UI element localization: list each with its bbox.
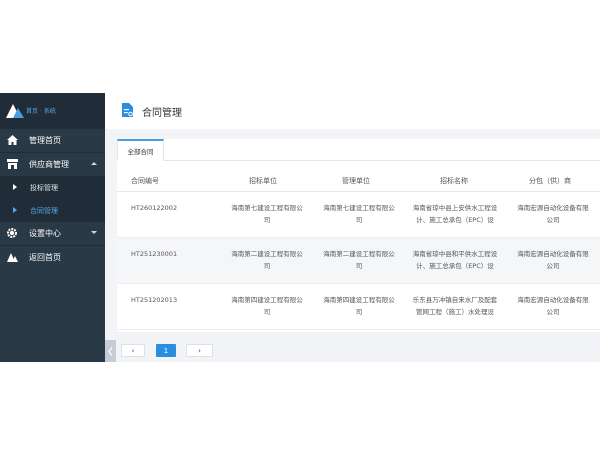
tab-all-contracts[interactable]: 全部合同 xyxy=(117,139,164,161)
sidebar-item-label: 设置中心 xyxy=(29,229,61,238)
sidebar-collapse-toggle[interactable] xyxy=(105,340,116,362)
caret-right-icon xyxy=(13,207,17,213)
sidebar-item-supplier[interactable]: 供应商管理 xyxy=(0,153,105,176)
table-row[interactable]: HT251202013 海南第四建设工程有限公司 海南第四建设工程有限公司 乐东… xyxy=(117,284,600,330)
contract-code: HT251202013 xyxy=(131,296,178,304)
document-icon xyxy=(122,103,133,117)
logo-icon xyxy=(6,251,18,263)
column-header-bidder[interactable]: 招标单位 xyxy=(249,176,277,186)
column-header-bid-name[interactable]: 招标名称 xyxy=(440,176,468,186)
sidebar-item-settings[interactable]: 设置中心 xyxy=(0,222,105,246)
sidebar-subitem-bidding[interactable]: 投标管理 xyxy=(0,176,105,199)
manager-unit: 海南第二建设工程有限公司 xyxy=(323,250,395,270)
chevron-left-icon xyxy=(108,346,113,356)
chevron-up-icon xyxy=(91,162,97,165)
table-header: 合同编号 招标单位 管理单位 招标名称 分包（供）商 xyxy=(117,169,600,192)
logo-icon xyxy=(6,104,24,118)
page-number-current[interactable]: 1 xyxy=(156,344,176,357)
contract-code: HT260122002 xyxy=(131,204,178,212)
subcontractor: 海南宏源自动化设备有限 公司 xyxy=(517,204,589,224)
prev-page-button[interactable]: ‹ xyxy=(121,344,145,357)
contract-code: HT251230001 xyxy=(131,250,178,258)
sidebar: 首页 · 系统 管理首页 供应商管理 投标管理 合同管理 设置中心 返回首页 xyxy=(0,93,105,362)
page-header: 合同管理 xyxy=(105,93,600,129)
sidebar-subitem-label: 合同管理 xyxy=(30,206,58,215)
manager-unit: 海南第七建设工程有限公司 xyxy=(323,204,395,224)
column-header-subcontractor[interactable]: 分包（供）商 xyxy=(529,176,571,186)
bid-name: 乐东县万冲镇自来水厂及配套 管网工程（施工）水处理设 xyxy=(412,296,498,316)
sidebar-subitem-label: 投标管理 xyxy=(30,183,58,192)
bid-name: 海南省琼中县上安供水工程设 计、施工总承包（EPC）设 xyxy=(412,204,498,224)
brand-name: 首页 · 系统 xyxy=(26,108,56,115)
column-header-manager[interactable]: 管理单位 xyxy=(342,176,370,186)
contract-list-card: 全部合同 合同编号 招标单位 管理单位 招标名称 分包（供）商 HT260122… xyxy=(117,139,600,332)
gear-icon xyxy=(6,227,18,239)
sidebar-logo[interactable]: 首页 · 系统 xyxy=(0,93,105,129)
chevron-down-icon xyxy=(91,231,97,234)
table-row[interactable]: HT251230001 海南第二建设工程有限公司 海南第二建设工程有限公司 海南… xyxy=(117,238,600,284)
table-row[interactable]: HT260122002 海南第七建设工程有限公司 海南第七建设工程有限公司 海南… xyxy=(117,192,600,238)
sidebar-item-home[interactable]: 管理首页 xyxy=(0,129,105,153)
sidebar-item-label: 返回首页 xyxy=(29,253,61,262)
caret-right-icon xyxy=(13,184,17,190)
home-icon xyxy=(6,134,18,146)
subcontractor: 海南宏源自动化设备有限 公司 xyxy=(517,250,589,270)
next-page-button[interactable]: › xyxy=(186,344,213,357)
bidder-unit: 海南第四建设工程有限公司 xyxy=(231,296,303,316)
sidebar-item-label: 管理首页 xyxy=(29,136,61,145)
page-title: 合同管理 xyxy=(142,108,182,119)
bid-name: 海南省琼中县和平供水工程设 计、施工总承包（EPC）设 xyxy=(412,250,498,270)
column-header-code[interactable]: 合同编号 xyxy=(131,176,159,186)
sidebar-item-back-home[interactable]: 返回首页 xyxy=(0,246,105,269)
bidder-unit: 海南第七建设工程有限公司 xyxy=(231,204,303,224)
tab-divider xyxy=(164,160,600,161)
bidder-unit: 海南第二建设工程有限公司 xyxy=(231,250,303,270)
subcontractor: 海南宏源自动化设备有限 公司 xyxy=(517,296,589,316)
sidebar-item-label: 供应商管理 xyxy=(29,160,69,169)
manager-unit: 海南第四建设工程有限公司 xyxy=(323,296,395,316)
store-icon xyxy=(6,158,18,170)
app-window: 首页 · 系统 管理首页 供应商管理 投标管理 合同管理 设置中心 返回首页 合… xyxy=(0,93,600,362)
sidebar-subitem-contract[interactable]: 合同管理 xyxy=(0,199,105,222)
